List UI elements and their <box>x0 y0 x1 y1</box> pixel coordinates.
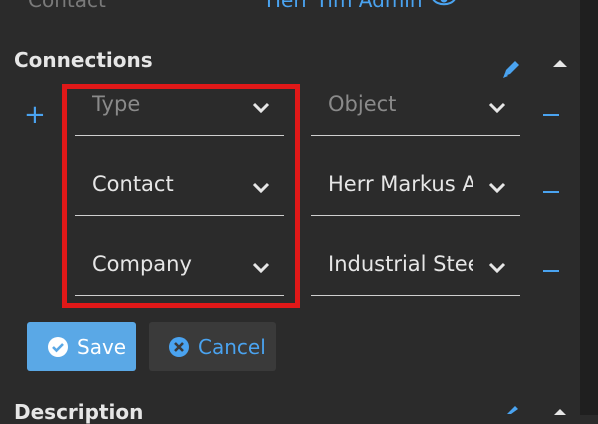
cancel-button[interactable]: Cancel <box>149 322 276 371</box>
object-select-value: Herr Markus A <box>328 172 473 196</box>
check-circle-icon <box>48 336 68 357</box>
highlight-box <box>62 84 300 308</box>
pencil-icon[interactable] <box>500 58 522 80</box>
description-section-title: Description <box>14 400 144 424</box>
remove-connection-button-1[interactable] <box>543 114 559 116</box>
object-select-1[interactable]: Object <box>311 80 520 136</box>
connections-title: Connections <box>14 48 153 72</box>
cancel-label: Cancel <box>198 334 266 359</box>
plus-icon[interactable]: + <box>24 102 46 128</box>
chevron-down-icon <box>488 102 506 114</box>
object-select-value: Object <box>328 92 397 116</box>
chevron-up-icon[interactable] <box>552 58 568 68</box>
object-select-3[interactable]: Industrial Stee <box>311 240 520 296</box>
contact-value[interactable]: Herr Tim Admin <box>266 0 423 12</box>
object-select-value: Industrial Stee <box>328 252 473 276</box>
eye-icon[interactable] <box>432 0 456 8</box>
object-select-2[interactable]: Herr Markus A <box>311 160 520 216</box>
chevron-down-icon <box>488 182 506 194</box>
save-button[interactable]: Save <box>27 322 136 371</box>
chevron-down-icon <box>488 262 506 274</box>
save-label: Save <box>77 334 127 359</box>
remove-connection-button-3[interactable] <box>543 270 559 272</box>
contact-label: Contact <box>28 0 106 12</box>
right-scroll-rail <box>580 0 598 415</box>
remove-connection-button-2[interactable] <box>543 191 559 193</box>
close-circle-icon <box>169 336 189 357</box>
pencil-icon[interactable] <box>505 404 519 414</box>
